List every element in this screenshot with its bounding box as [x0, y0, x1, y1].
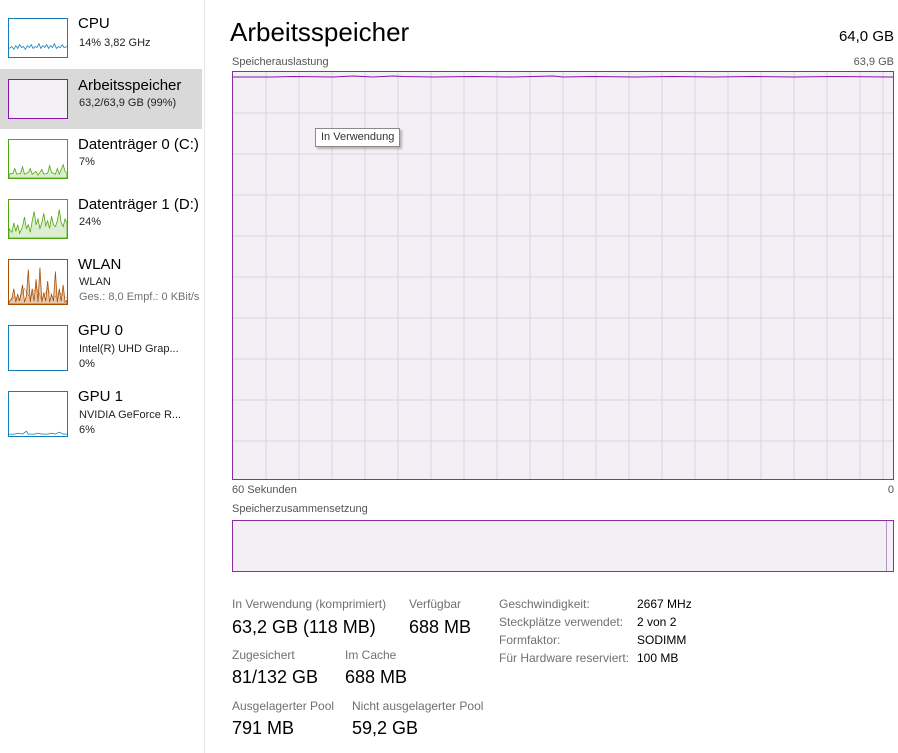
sidebar-item-disk-1[interactable]: Datenträger 1 (D:) 24% [0, 196, 202, 257]
in-use-label: In Verwendung (komprimiert) [232, 597, 387, 611]
usage-graph-label: Speicherauslastung [232, 56, 329, 68]
sidebar-item-title: Datenträger 0 (C:) [78, 136, 199, 153]
composition-in-use-segment [233, 521, 888, 571]
speed-label: Geschwindigkeit: [499, 597, 590, 611]
gpu-1-thumbnail-graph [8, 391, 68, 437]
sidebar-item-throughput: Ges.: 8,0 Empf.: 0 KBit/s [79, 291, 200, 303]
nonpaged-pool-label: Nicht ausgelagerter Pool [352, 699, 484, 713]
time-axis-start: 60 Sekunden [232, 484, 297, 496]
committed-label: Zugesichert [232, 648, 295, 662]
in-use-tooltip: In Verwendung [315, 128, 401, 147]
sidebar-item-subtitle: 63,2/63,9 GB (99%) [79, 97, 177, 109]
speed-value: 2667 MHz [637, 597, 692, 611]
sidebar-item-title: GPU 1 [78, 388, 124, 405]
sidebar-item-cpu[interactable]: CPU 14% 3,82 GHz [0, 15, 202, 76]
sidebar-item-subtitle: Intel(R) UHD Grap... [79, 343, 179, 355]
memory-details-panel: Arbeitsspeicher 64,0 GB Speicherauslastu… [230, 0, 894, 753]
paged-pool-value: 791 MB [232, 718, 295, 738]
sidebar-item-subtitle: WLAN [79, 276, 111, 288]
memory-thumbnail-graph [8, 79, 68, 119]
paged-pool-label: Ausgelagerter Pool [232, 699, 335, 713]
sidebar-item-gpu-1[interactable]: GPU 1 NVIDIA GeForce R... 6% [0, 388, 202, 449]
sidebar-item-usage: 6% [79, 424, 95, 436]
sidebar-item-title: GPU 0 [78, 322, 124, 339]
disk-1-thumbnail-graph [8, 199, 68, 239]
in-use-value: 63,2 GB (118 MB) [232, 617, 376, 637]
memory-usage-graph[interactable]: In Verwendung [232, 71, 894, 480]
sidebar-item-title: WLAN [78, 256, 122, 273]
cached-value: 688 MB [345, 667, 408, 687]
gpu-0-thumbnail-graph [8, 325, 68, 371]
cached-label: Im Cache [345, 648, 397, 662]
composition-label: Speicherzusammensetzung [232, 503, 368, 515]
hardware-reserved-label: Für Hardware reserviert: [499, 651, 630, 665]
sidebar: CPU 14% 3,82 GHz Arbeitsspeicher 63,2/63… [0, 0, 205, 753]
page-title: Arbeitsspeicher [230, 17, 410, 47]
sidebar-item-memory[interactable]: Arbeitsspeicher 63,2/63,9 GB (99%) [0, 69, 202, 129]
sidebar-item-subtitle: NVIDIA GeForce R... [79, 409, 182, 421]
usage-graph-max: 63,9 GB [853, 56, 894, 68]
committed-value: 81/132 GB [232, 667, 319, 687]
form-factor-value: SODIMM [637, 633, 687, 647]
time-axis-end: 0 [887, 484, 894, 496]
sidebar-item-usage: 0% [79, 358, 95, 370]
sidebar-item-title: Arbeitsspeicher [78, 77, 182, 94]
sidebar-item-gpu-0[interactable]: GPU 0 Intel(R) UHD Grap... 0% [0, 322, 202, 383]
sidebar-item-title: Datenträger 1 (D:) [78, 196, 199, 213]
sidebar-item-subtitle: 7% [79, 156, 95, 168]
cpu-thumbnail-graph [8, 18, 68, 58]
total-memory: 64,0 GB [838, 28, 894, 45]
disk-0-thumbnail-graph [8, 139, 68, 179]
sidebar-item-disk-0[interactable]: Datenträger 0 (C:) 7% [0, 136, 202, 197]
slots-label: Steckplätze verwendet: [499, 615, 624, 629]
hardware-reserved-value: 100 MB [637, 651, 679, 665]
slots-value: 2 von 2 [637, 615, 677, 629]
sidebar-item-subtitle: 24% [79, 216, 102, 228]
wlan-thumbnail-graph [8, 259, 68, 305]
sidebar-item-title: CPU [78, 15, 110, 32]
form-factor-label: Formfaktor: [499, 633, 561, 647]
memory-composition-bar[interactable] [232, 520, 894, 572]
available-label: Verfügbar [409, 597, 462, 611]
sidebar-item-subtitle: 14% 3,82 GHz [79, 37, 151, 49]
available-value: 688 MB [409, 617, 472, 637]
sidebar-item-wlan[interactable]: WLAN WLAN Ges.: 8,0 Empf.: 0 KBit/s [0, 256, 202, 317]
nonpaged-pool-value: 59,2 GB [352, 718, 419, 738]
